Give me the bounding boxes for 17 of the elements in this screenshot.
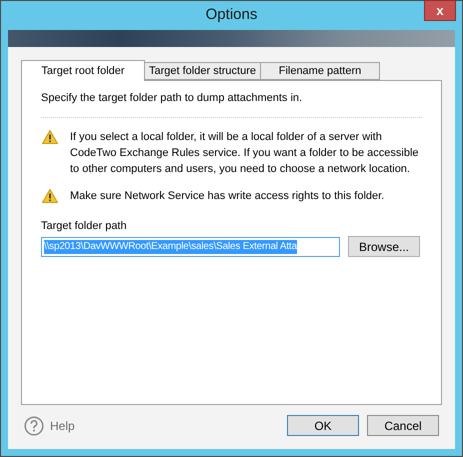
field-label: Target folder path <box>41 218 128 234</box>
warning-text: If you select a local folder, it will be a local folder of a server with CodeTwo Exchange Rules service. If you want a folder to be accessible to other computers and users, you need to choose a network location. <box>70 130 420 176</box>
tab[interactable]: Target folder structure <box>144 62 261 80</box>
browse-button[interactable]: Browse... <box>348 236 420 257</box>
dialog-button[interactable]: Cancel <box>367 415 439 436</box>
help-link[interactable]: Help <box>50 416 75 434</box>
dialog-button[interactable]: OK <box>287 415 359 436</box>
tab[interactable]: Filename pattern <box>260 62 380 80</box>
window-title: Options <box>206 5 258 26</box>
warning-text: Make sure Network Service has write access rights to this folder. <box>70 188 384 204</box>
warning-icon <box>42 130 58 144</box>
path-text: \\sp2013\DavWWWRoot\Example\sales\Sales External Atta <box>44 240 297 254</box>
instruction-text: Specify the target folder path to dump attachments in. <box>41 91 304 106</box>
close-button[interactable]: x <box>424 0 456 21</box>
warning-icon <box>42 188 58 202</box>
tab[interactable]: Target root folder <box>21 60 145 81</box>
help-icon[interactable] <box>24 416 44 436</box>
